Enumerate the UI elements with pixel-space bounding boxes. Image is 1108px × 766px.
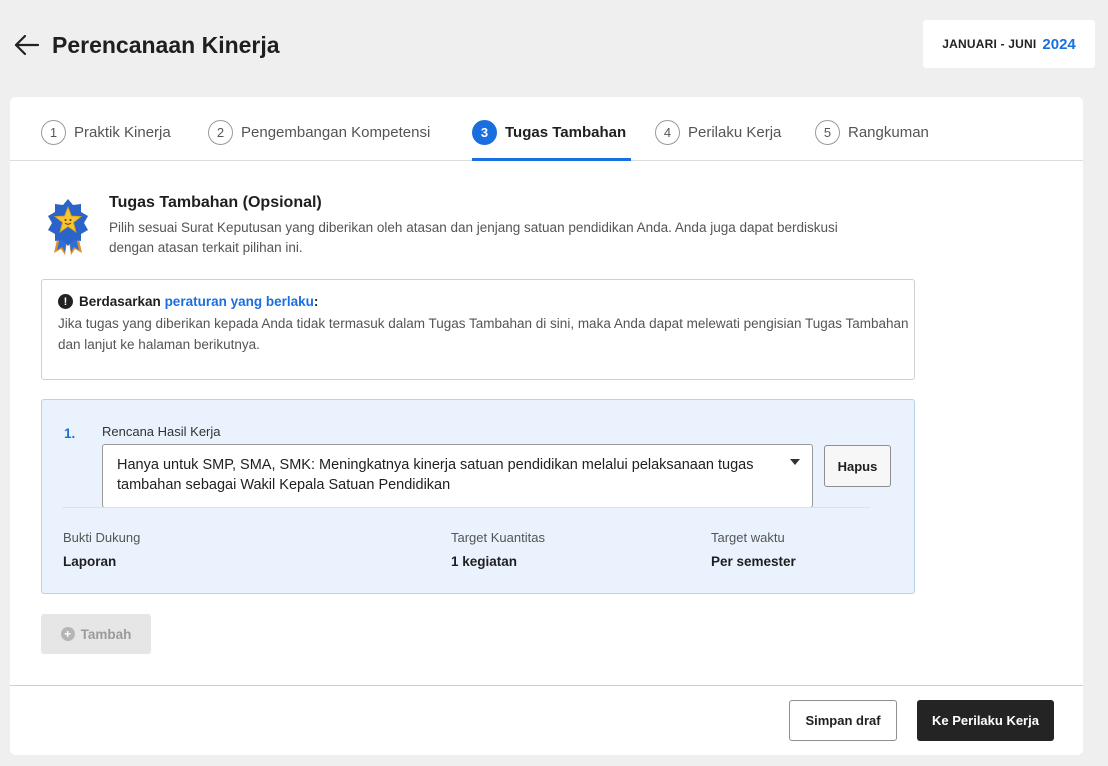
step-number: 2 xyxy=(208,119,233,145)
arrow-left-icon[interactable] xyxy=(12,30,42,60)
evidence-label: Bukti Dukung xyxy=(63,530,141,545)
period-year: 2024 xyxy=(1042,35,1076,53)
time-label: Target waktu xyxy=(711,530,785,545)
footer-divider xyxy=(10,685,1083,686)
delete-button[interactable]: Hapus xyxy=(824,445,891,487)
quantity-value: 1 kegiatan xyxy=(451,554,518,569)
stepper: 1 Praktik Kinerja 2 Pengembangan Kompete… xyxy=(10,97,1083,161)
step-number: 1 xyxy=(41,119,66,145)
rhk-select[interactable]: Hanya untuk SMP, SMA, SMK: Meningkatnya … xyxy=(102,444,813,508)
rhk-item: 1. Rencana Hasil Kerja Hanya untuk SMP, … xyxy=(41,399,915,594)
page-title: Perencanaan Kinerja xyxy=(52,32,280,58)
divider xyxy=(62,507,870,508)
main-card: 1 Praktik Kinerja 2 Pengembangan Kompete… xyxy=(10,97,1083,755)
star-medal-icon xyxy=(48,199,88,255)
notice-prefix: Berdasarkan xyxy=(79,294,165,309)
period-label: JANUARI - JUNI xyxy=(942,37,1037,51)
page-header: Perencanaan Kinerja JANUARI - JUNI 2024 xyxy=(0,0,1108,90)
save-draft-button[interactable]: Simpan draf xyxy=(789,700,897,741)
plus-circle-icon: + xyxy=(60,627,75,641)
step-rangkuman[interactable]: 5 Rangkuman xyxy=(815,119,929,145)
regulation-link[interactable]: peraturan yang berlaku xyxy=(165,294,314,309)
step-pengembangan-kompetensi[interactable]: 2 Pengembangan Kompetensi xyxy=(208,119,430,145)
evidence-value: Laporan xyxy=(63,554,117,569)
step-label: Praktik Kinerja xyxy=(74,123,171,141)
step-label: Perilaku Kerja xyxy=(688,123,782,141)
notice-heading: ! Berdasarkan peraturan yang berlaku: xyxy=(58,294,914,309)
time-value: Per semester xyxy=(711,554,796,569)
step-number: 3 xyxy=(472,119,497,145)
notice-body: Jika tugas yang diberikan kepada Anda ti… xyxy=(58,316,909,352)
rhk-number: 1. xyxy=(64,426,76,441)
step-label: Tugas Tambahan xyxy=(505,123,627,141)
step-number: 5 xyxy=(815,119,840,145)
rhk-label: Rencana Hasil Kerja xyxy=(102,424,221,439)
add-button[interactable]: + Tambah xyxy=(41,614,151,654)
step-number: 4 xyxy=(655,119,680,145)
notice-suffix: : xyxy=(313,294,319,309)
regulation-notice: ! Berdasarkan peraturan yang berlaku: Ji… xyxy=(41,279,915,380)
add-label: Tambah xyxy=(80,626,132,642)
section-description: Pilih sesuai Surat Keputusan yang diberi… xyxy=(109,220,838,255)
next-step-button[interactable]: Ke Perilaku Kerja xyxy=(917,700,1054,741)
exclamation-circle-icon: ! xyxy=(58,294,73,309)
period-badge: JANUARI - JUNI 2024 xyxy=(923,20,1095,68)
step-praktik-kinerja[interactable]: 1 Praktik Kinerja xyxy=(41,119,171,145)
quantity-label: Target Kuantitas xyxy=(451,530,545,545)
step-perilaku-kerja[interactable]: 4 Perilaku Kerja xyxy=(655,119,781,145)
rhk-selected-value: Hanya untuk SMP, SMA, SMK: Meningkatnya … xyxy=(117,457,754,493)
caret-down-icon xyxy=(790,459,800,465)
step-tugas-tambahan[interactable]: 3 Tugas Tambahan xyxy=(472,119,626,145)
active-step-indicator xyxy=(472,158,631,161)
section-title: Tugas Tambahan (Opsional) xyxy=(109,194,322,211)
step-label: Pengembangan Kompetensi xyxy=(241,123,431,141)
step-label: Rangkuman xyxy=(848,123,929,141)
